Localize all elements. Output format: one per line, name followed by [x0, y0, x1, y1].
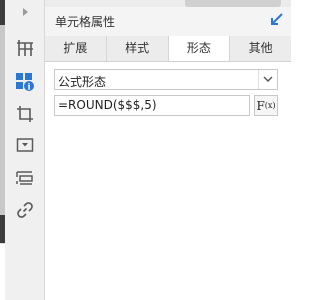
window-top-strip: [45, 0, 291, 7]
tab-shape[interactable]: 形态: [168, 36, 231, 61]
svg-text:i: i: [27, 82, 30, 92]
fx-label: F: [256, 98, 265, 113]
dropdown-icon[interactable]: [13, 133, 37, 157]
crop-icon[interactable]: [13, 102, 37, 126]
dock-arrow-icon[interactable]: [270, 12, 284, 26]
tab-expand[interactable]: 扩展: [45, 36, 107, 61]
tab-other[interactable]: 其他: [230, 36, 291, 61]
icon-sidebar: i: [5, 0, 45, 300]
panel-title: 单元格属性: [55, 15, 116, 29]
layout-icon[interactable]: [13, 166, 37, 190]
formula-editor-button[interactable]: F (x): [254, 95, 278, 116]
formula-input[interactable]: =ROUND($$$,5): [54, 95, 250, 116]
tab-edge: [185, 0, 281, 7]
widgets-icon[interactable]: i: [13, 70, 37, 94]
panel-header: 单元格属性: [45, 7, 291, 36]
format-select[interactable]: 公式形态: [54, 69, 278, 90]
collapse-arrow-icon[interactable]: [19, 6, 31, 18]
link-icon[interactable]: [13, 198, 37, 222]
fx-sub: (x): [264, 101, 276, 110]
format-select-value: 公式形态: [58, 75, 107, 89]
grid-icon[interactable]: [13, 36, 37, 60]
cell-properties-panel: 单元格属性 扩展 样式 形态 其他 公式形态 =ROUND($$$,5) F (x…: [45, 7, 291, 300]
property-tabs: 扩展 样式 形态 其他: [45, 36, 291, 62]
tab-style[interactable]: 样式: [106, 36, 169, 61]
chevron-down-icon[interactable]: [258, 70, 277, 89]
